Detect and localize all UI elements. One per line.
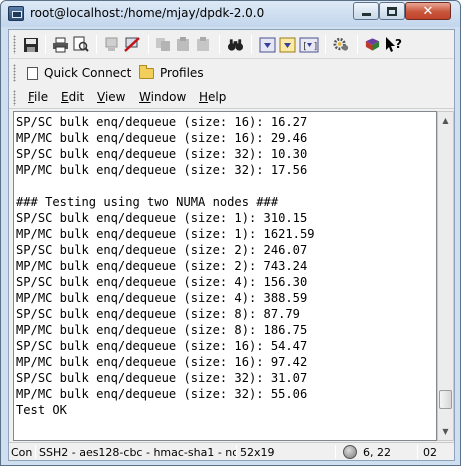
terminal-line: SP/SC bulk enq/dequeue (size: 16): 16.27: [16, 115, 308, 129]
toolbar: [] ?: [9, 30, 454, 59]
toolbar-separator: [45, 35, 46, 54]
status-cursor-panel: 6, 22: [341, 444, 417, 460]
quick-connect-button[interactable]: Quick Connect: [27, 64, 131, 82]
find-icon[interactable]: [227, 36, 244, 53]
reconnect-icon[interactable]: [124, 36, 141, 53]
svg-text:?: ?: [395, 37, 402, 51]
quick-connect-icon: [27, 66, 38, 80]
terminal-line: Test OK: [16, 403, 67, 417]
menu-window[interactable]: Window: [139, 90, 186, 104]
paste-icon[interactable]: [175, 36, 192, 53]
terminal-line: MP/MC bulk enq/dequeue (size: 4): 388.59: [16, 291, 308, 305]
quick-connect-label: Quick Connect: [44, 66, 132, 80]
profiles-button[interactable]: Profiles: [139, 64, 204, 82]
file-transfer-icon[interactable]: [259, 36, 276, 53]
terminal-line: MP/MC bulk enq/dequeue (size: 32): 55.06: [16, 387, 308, 401]
save-icon[interactable]: [22, 36, 39, 53]
terminal-settings-icon[interactable]: []: [299, 36, 319, 53]
terminal-line: MP/MC bulk enq/dequeue (size: 1): 1621.5…: [16, 227, 315, 241]
profiles-label: Profiles: [160, 66, 204, 80]
terminal-output[interactable]: SP/SC bulk enq/dequeue (size: 16): 16.27…: [13, 111, 437, 441]
minimize-icon: [361, 13, 371, 16]
minimize-button[interactable]: [353, 2, 379, 20]
svg-text:]: ]: [313, 42, 318, 52]
status-divider: [35, 445, 36, 459]
context-help-icon[interactable]: ?: [384, 36, 404, 53]
toolbar-separator: [325, 35, 326, 54]
menu-edit[interactable]: Edit: [61, 90, 84, 104]
terminal-line: ### Testing using two NUMA nodes ###: [16, 195, 279, 209]
vertical-scrollbar[interactable]: ▲ ▼: [437, 111, 454, 441]
menu-help[interactable]: Help: [199, 90, 226, 104]
sftp-icon[interactable]: [279, 36, 296, 53]
status-connection: Con: [11, 445, 33, 459]
terminal-line: MP/MC bulk enq/dequeue (size: 8): 186.75: [16, 323, 308, 337]
title-bar[interactable]: root@localhost:/home/mjay/dpdk-2.0.0 ✕: [1, 1, 460, 27]
window-title: root@localhost:/home/mjay/dpdk-2.0.0: [30, 6, 265, 20]
scroll-down-arrow-icon[interactable]: ▼: [438, 423, 453, 440]
toolbar-separator: [357, 35, 358, 54]
connection-status-icon: [343, 445, 357, 459]
terminal-line: SP/SC bulk enq/dequeue (size: 16): 54.47: [16, 339, 308, 353]
status-cipher: SSH2 - aes128-cbc - hmac-sha1 - no: [39, 445, 237, 459]
status-divider: [236, 445, 237, 459]
svg-text:[: [: [302, 42, 307, 52]
scrollbar-thumb[interactable]: [439, 390, 452, 409]
terminal-line: SP/SC bulk enq/dequeue (size: 8): 87.79: [16, 307, 300, 321]
status-terminal-size: 52x19: [240, 445, 275, 459]
settings-gear-icon[interactable]: [333, 36, 350, 53]
terminal-app-icon[interactable]: [8, 6, 24, 21]
terminal-line: MP/MC bulk enq/dequeue (size: 2): 743.24: [16, 259, 308, 273]
close-button[interactable]: ✕: [405, 2, 451, 20]
status-divider: [335, 445, 336, 459]
toolbar-separator: [96, 35, 97, 54]
quickbar-grip[interactable]: [13, 64, 16, 82]
select-all-icon[interactable]: [195, 36, 212, 53]
copy-icon[interactable]: [155, 36, 172, 53]
menubar-grip[interactable]: [13, 90, 16, 106]
status-extra: 02: [423, 445, 437, 459]
terminal-line: MP/MC bulk enq/dequeue (size: 32): 17.56: [16, 163, 308, 177]
terminal-line: SP/SC bulk enq/dequeue (size: 4): 156.30: [16, 275, 308, 289]
status-cursor-position: 6, 22: [363, 445, 391, 459]
terminal-line: SP/SC bulk enq/dequeue (size: 32): 31.07: [16, 371, 308, 385]
help-book-icon[interactable]: [364, 36, 381, 53]
status-bar: Con SSH2 - aes128-cbc - hmac-sha1 - no 5…: [9, 442, 454, 460]
terminal-line: SP/SC bulk enq/dequeue (size: 1): 310.15: [16, 211, 308, 225]
maximize-icon: [387, 6, 397, 16]
terminal-line: SP/SC bulk enq/dequeue (size: 2): 246.07: [16, 243, 308, 257]
menu-view[interactable]: View: [97, 90, 125, 104]
folder-icon: [139, 64, 154, 79]
status-divider: [417, 445, 418, 459]
scroll-up-arrow-icon[interactable]: ▲: [438, 112, 453, 129]
menu-bar: File Edit View Window Help: [9, 87, 454, 109]
toolbar-separator: [148, 35, 149, 54]
toolbar-separator: [251, 35, 252, 54]
client-area: [] ? Quick Connect Profiles File Edit Vi…: [8, 29, 455, 461]
terminal-line: MP/MC bulk enq/dequeue (size: 16): 29.46: [16, 131, 308, 145]
toolbar-grip[interactable]: [13, 35, 16, 54]
app-window: root@localhost:/home/mjay/dpdk-2.0.0 ✕ […: [0, 0, 461, 466]
disconnect-icon[interactable]: [104, 36, 121, 53]
terminal-line: SP/SC bulk enq/dequeue (size: 32): 10.30: [16, 147, 308, 161]
menu-file[interactable]: File: [28, 90, 48, 104]
quick-connect-bar: Quick Connect Profiles: [9, 60, 454, 86]
maximize-button[interactable]: [379, 2, 405, 20]
print-preview-icon[interactable]: [72, 36, 89, 53]
toolbar-separator: [219, 35, 220, 54]
close-icon: ✕: [422, 3, 434, 19]
print-icon[interactable]: [52, 36, 69, 53]
terminal-line: MP/MC bulk enq/dequeue (size: 16): 97.42: [16, 355, 308, 369]
